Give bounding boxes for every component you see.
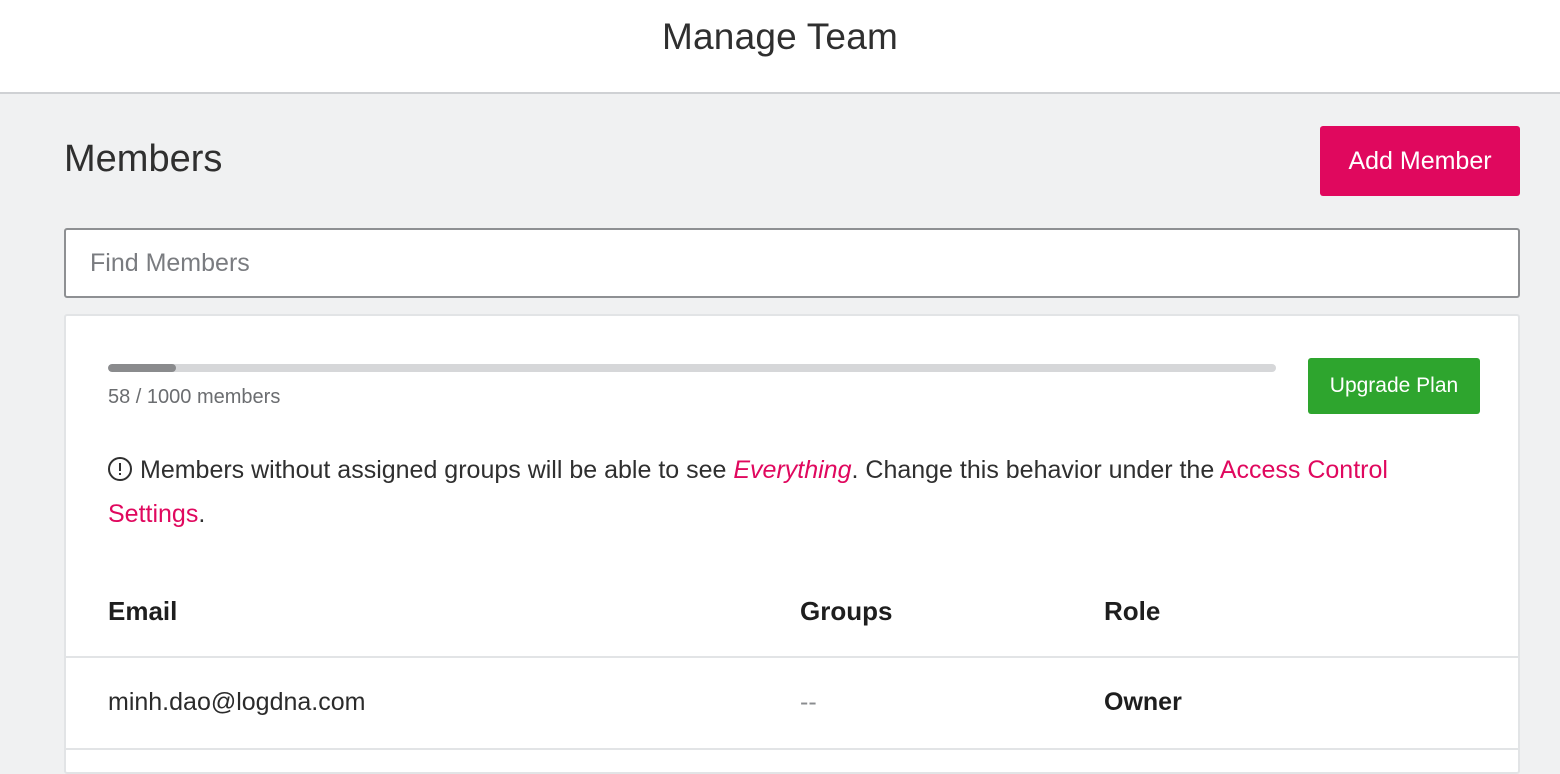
column-header-groups[interactable]: Groups [800, 596, 892, 627]
notice-highlight: Everything [733, 456, 852, 484]
top-bar: Manage Team [0, 0, 1560, 94]
members-heading: Members [64, 138, 223, 180]
notice-text-middle: . Change this behavior under the [851, 456, 1220, 484]
member-role: Owner [1104, 688, 1182, 716]
access-notice: Members without assigned groups will be … [108, 448, 1468, 536]
add-member-button[interactable]: Add Member [1320, 126, 1520, 196]
notice-text-after: . [198, 500, 206, 528]
member-email: minh.dao@logdna.com [108, 688, 366, 716]
member-usage-fill [108, 364, 176, 372]
member-groups: -- [800, 688, 817, 716]
info-circle-icon [108, 457, 132, 481]
member-usage-label: 58 / 1000 members [108, 386, 281, 408]
column-header-email[interactable]: Email [108, 596, 177, 627]
members-card: 58 / 1000 members Upgrade Plan Members w… [64, 314, 1520, 774]
table-row[interactable]: minh.dao@logdna.com -- Owner [66, 658, 1518, 750]
column-header-role[interactable]: Role [1104, 596, 1160, 627]
notice-text-before: Members without assigned groups will be … [140, 456, 734, 484]
members-table-header: Email Groups Role [66, 578, 1518, 658]
find-members-input[interactable] [64, 228, 1520, 298]
upgrade-plan-button[interactable]: Upgrade Plan [1308, 358, 1480, 414]
page-title: Manage Team [662, 16, 898, 57]
member-usage-bar [108, 364, 1276, 372]
